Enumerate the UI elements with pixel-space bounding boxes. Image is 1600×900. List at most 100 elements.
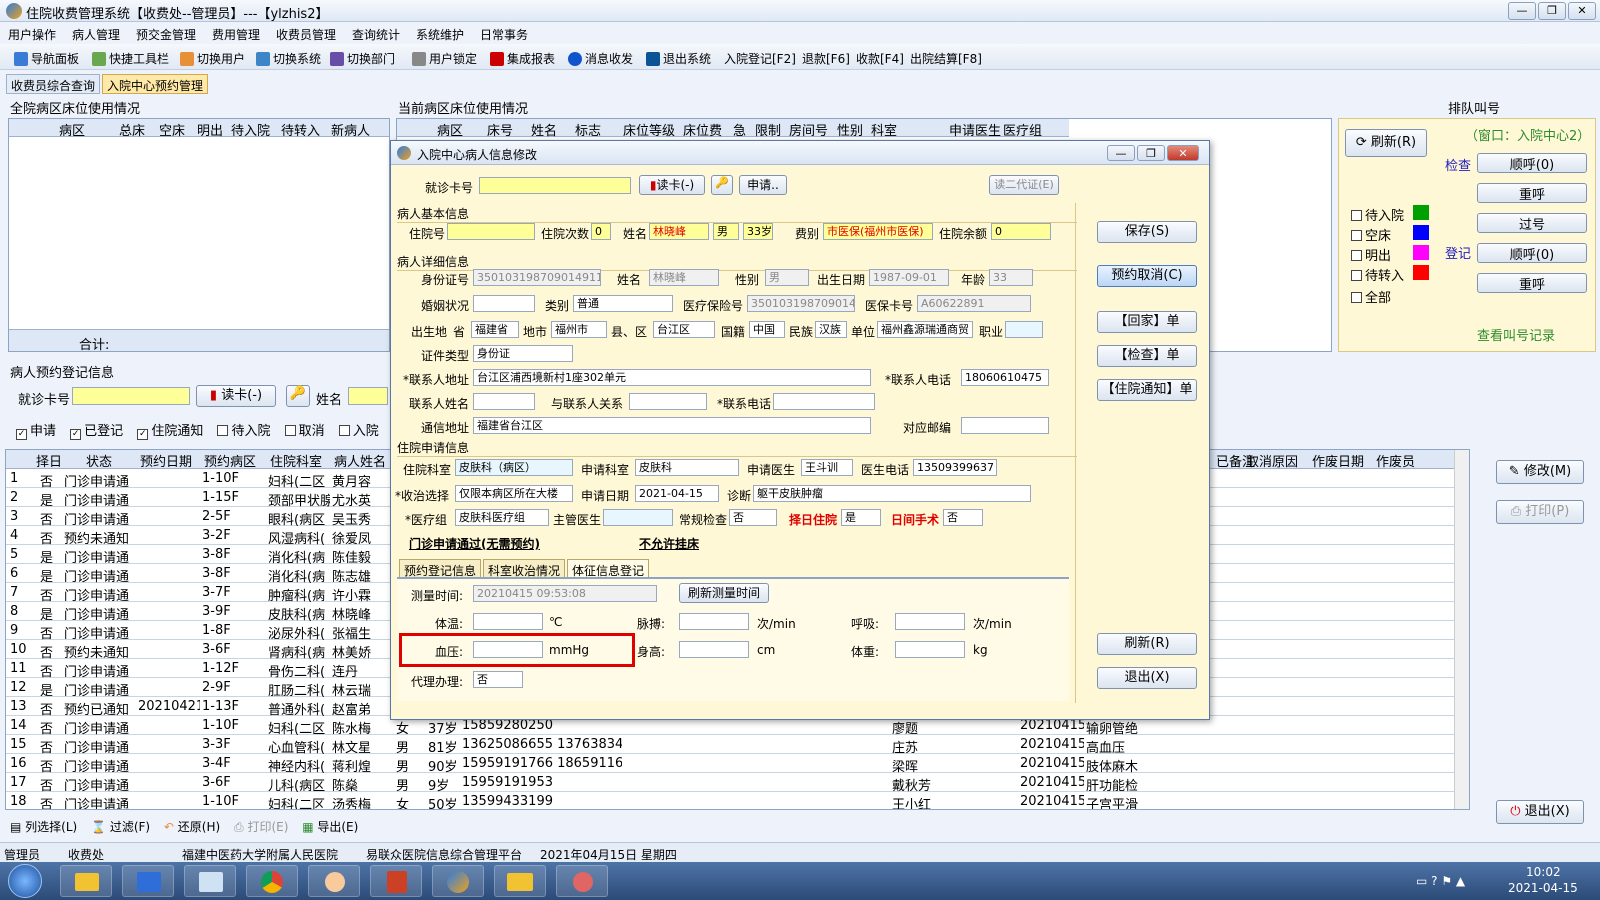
dialog-refresh-button[interactable]: 刷新(R) bbox=[1097, 633, 1197, 655]
menu-daily[interactable]: 日常事务 bbox=[480, 26, 528, 43]
menu-system[interactable]: 系统维护 bbox=[416, 26, 464, 43]
tb-quick[interactable]: 快捷工具栏 bbox=[92, 50, 169, 67]
legend-empty[interactable]: 空床 bbox=[1351, 225, 1391, 244]
taskbar-db[interactable] bbox=[370, 865, 422, 897]
minimize-button[interactable]: — bbox=[1508, 2, 1536, 20]
filter-apply[interactable]: ✓ 申请 bbox=[16, 424, 56, 440]
taskbar-medic[interactable] bbox=[556, 865, 608, 897]
filter-button[interactable]: ⌛ 过滤(F) bbox=[91, 820, 150, 834]
maximize-button[interactable]: ❐ bbox=[1538, 2, 1566, 20]
tab-admission-center[interactable]: 入院中心预约管理 bbox=[102, 74, 209, 94]
height-input[interactable] bbox=[679, 641, 749, 658]
start-button[interactable] bbox=[8, 864, 42, 898]
tb-switch-dept[interactable]: 切换部门 bbox=[330, 50, 395, 67]
agent-select[interactable]: 否 bbox=[473, 671, 523, 688]
table-row[interactable]: 15 否门诊申请通 3-3F 心血管科(林文星 bbox=[6, 735, 1469, 756]
admission-notice-button[interactable]: 【住院通知】单 bbox=[1097, 379, 1197, 401]
contact-addr-input[interactable]: 台江区浦西境新村1座302单元 bbox=[473, 369, 871, 386]
tb-message[interactable]: 消息收发 bbox=[568, 50, 633, 67]
menu-query[interactable]: 查询统计 bbox=[352, 26, 400, 43]
reg-readcard-button[interactable]: ▮ 读卡(-) bbox=[196, 385, 276, 407]
id-input[interactable]: 350103198709014911 bbox=[473, 269, 601, 286]
queue-history-link[interactable]: 查看叫号记录 bbox=[1477, 325, 1555, 344]
breath-input[interactable] bbox=[895, 613, 965, 630]
call-next-button-1[interactable]: 顺呼(0) bbox=[1477, 153, 1587, 173]
table-scrollbar[interactable] bbox=[1454, 450, 1469, 809]
close-button[interactable]: ✕ bbox=[1568, 2, 1596, 20]
times-input[interactable]: 0 bbox=[591, 223, 611, 240]
reg-key-button[interactable]: 🔑 bbox=[286, 385, 310, 407]
ethnic-input[interactable]: 汉族 bbox=[815, 321, 847, 338]
contact-name-input[interactable] bbox=[473, 393, 535, 410]
filter-registered[interactable]: ✓ 已登记 bbox=[70, 424, 123, 440]
age2-stepper[interactable]: 33 bbox=[989, 269, 1033, 286]
tb-discharge[interactable]: 出院结算[F8] bbox=[910, 50, 982, 67]
admit-select[interactable]: 仅限本病区所在大楼 bbox=[455, 485, 573, 502]
name-input[interactable]: 林晓峰 bbox=[649, 223, 709, 240]
type-select[interactable]: 普通 bbox=[573, 295, 673, 312]
tab-appointment-info[interactable]: 预约登记信息 bbox=[399, 559, 482, 578]
tab-dept-admission[interactable]: 科室收治情况 bbox=[483, 559, 566, 578]
prov-input[interactable]: 福建省 bbox=[471, 321, 519, 338]
routine-select[interactable]: 否 bbox=[729, 509, 777, 526]
no-hanging-bed-link[interactable]: 不允许挂床 bbox=[639, 535, 699, 552]
filter-cancel[interactable]: 取消 bbox=[284, 424, 325, 439]
pulse-input[interactable] bbox=[679, 613, 749, 630]
modify-button[interactable]: ✎ 修改(M) bbox=[1496, 460, 1584, 484]
tb-lock[interactable]: 用户锁定 bbox=[412, 50, 477, 67]
call-next-button-2[interactable]: 顺呼(0) bbox=[1477, 243, 1587, 263]
table-row[interactable]: 18 否门诊申请通 1-10F 妇科(二区 汤秀梅 bbox=[6, 792, 1469, 809]
dialog-close-button[interactable]: ✕ bbox=[1167, 145, 1199, 161]
cert-select[interactable]: 身份证 bbox=[473, 345, 573, 362]
tb-admission[interactable]: 入院登记[F2] bbox=[724, 50, 796, 67]
weight-input[interactable] bbox=[895, 641, 965, 658]
tab-vitals[interactable]: 体征信息登记 bbox=[567, 559, 650, 578]
print-button[interactable]: ⎙ 打印(P) bbox=[1496, 500, 1584, 524]
diag-input[interactable]: 躯干皮肤肿瘤 bbox=[753, 485, 1031, 502]
dlg-card-input[interactable] bbox=[479, 177, 631, 194]
birth-select[interactable]: 1987-09-01 bbox=[869, 269, 949, 286]
export-button[interactable]: ▦ 导出(E) bbox=[302, 820, 358, 834]
filter-waiting[interactable]: 待入院 bbox=[217, 424, 270, 439]
restore-button[interactable]: ↶ 还原(H) bbox=[164, 820, 220, 834]
home-slip-button[interactable]: 【回家】单 bbox=[1097, 311, 1197, 333]
menu-patient[interactable]: 病人管理 bbox=[72, 26, 120, 43]
dlg-key-button[interactable]: 🔑 bbox=[711, 175, 733, 195]
insur-card-input[interactable]: A60622891 bbox=[917, 295, 1031, 312]
day-surgery-select[interactable]: 否 bbox=[943, 509, 983, 526]
menu-cashier[interactable]: 收费员管理 bbox=[276, 26, 336, 43]
tb-report[interactable]: 集成报表 bbox=[490, 50, 555, 67]
dlg-readcard-button[interactable]: ▮读卡(-) bbox=[639, 175, 705, 195]
exam-slip-button[interactable]: 【检查】单 bbox=[1097, 345, 1197, 367]
dialog-maximize-button[interactable]: ❐ bbox=[1137, 145, 1165, 161]
dialog-minimize-button[interactable]: — bbox=[1107, 145, 1135, 161]
legend-all[interactable]: 全部 bbox=[1351, 287, 1391, 306]
legend-out[interactable]: 明出 bbox=[1351, 245, 1391, 264]
taskbar-wps[interactable] bbox=[122, 865, 174, 897]
doc-phone-input[interactable]: 13509399637 bbox=[913, 459, 997, 476]
menu-deposit[interactable]: 预交金管理 bbox=[136, 26, 196, 43]
mail-addr-input[interactable]: 福建省台江区 bbox=[473, 417, 871, 434]
table-row[interactable]: 16 否门诊申请通 3-4F 神经内科(蒋利煌 bbox=[6, 754, 1469, 775]
taskbar-notes[interactable] bbox=[184, 865, 236, 897]
tb-switch-system[interactable]: 切换系统 bbox=[256, 50, 321, 67]
cancel-appointment-button[interactable]: 预约取消(C) bbox=[1097, 265, 1197, 287]
queue-refresh-button[interactable]: ⟳ 刷新(R) bbox=[1345, 129, 1427, 157]
recall-button-2[interactable]: 重呼 bbox=[1477, 273, 1587, 293]
menu-user[interactable]: 用户操作 bbox=[8, 26, 56, 43]
column-select-button[interactable]: ▤ 列选择(L) bbox=[10, 820, 77, 834]
job-input[interactable] bbox=[1005, 321, 1043, 338]
legend-transfer[interactable]: 待转入 bbox=[1351, 265, 1404, 284]
age-input[interactable]: 33岁 bbox=[743, 223, 773, 240]
tb-refund[interactable]: 退款[F6] bbox=[802, 50, 850, 67]
nation-input[interactable]: 中国 bbox=[749, 321, 785, 338]
tab-cashier-query[interactable]: 收费员综合查询 bbox=[6, 74, 101, 94]
legend-waiting[interactable]: 待入院 bbox=[1351, 205, 1404, 224]
taskbar-his[interactable] bbox=[432, 865, 484, 897]
temp-input[interactable] bbox=[473, 613, 543, 630]
hosp-no-input[interactable] bbox=[447, 223, 535, 240]
tb-nav[interactable]: 导航面板 bbox=[14, 50, 79, 67]
apply-date-select[interactable]: 2021-04-15 bbox=[635, 485, 719, 502]
table-row[interactable]: 17 否门诊申请通 3-6F 儿科(病区 陈燊 bbox=[6, 773, 1469, 794]
tb-switch-user[interactable]: 切换用户 bbox=[180, 50, 245, 67]
